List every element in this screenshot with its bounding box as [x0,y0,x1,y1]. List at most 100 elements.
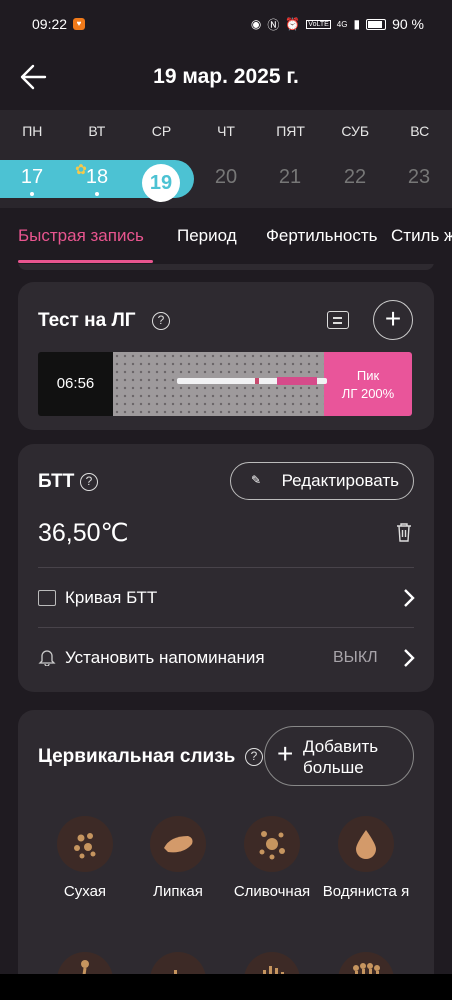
date-strip: 17 ✿ 18 19 20 21 22 23 [0,152,452,208]
reminder-state: ВЫКЛ [333,649,378,666]
mucus-option-creamy[interactable]: Сливочная [227,816,317,902]
chart-icon [38,590,56,606]
lh-test-title: Тест на ЛГ [38,310,136,331]
divider [38,567,414,568]
date-number: 21 [278,166,302,188]
system-navigation-bar [0,974,452,1000]
btt-card: БТТ ? ✎ Редактировать 36,50℃ Кривая БТТ … [18,444,434,692]
lh-test-strip-image [177,377,327,385]
sticky-mucus-icon [150,816,206,872]
mucus-option-label: Сухая [63,883,107,900]
eye-icon: ◉ [250,17,262,31]
mucus-option-5[interactable] [40,952,130,974]
date-number-today[interactable]: 19 [142,172,180,195]
page-title: 19 мар. 2025 г. [153,65,299,88]
date-number: 22 [343,166,367,188]
add-more-label: Добавить больше [303,736,378,778]
app-header: 19 мар. 2025 г. [0,48,452,110]
lh-test-result: Пик ЛГ 200% [324,352,412,416]
mucus-option-6[interactable] [133,952,223,974]
date-number: 17 [20,166,44,188]
chevron-right-icon [404,589,415,607]
lh-test-handle [277,377,317,385]
help-icon[interactable]: ? [245,748,263,766]
help-icon[interactable]: ? [80,473,98,491]
weekday-label: ПЯТ [276,123,305,139]
date-cell-18[interactable]: 18 [77,166,117,196]
mucus-option-sticky[interactable]: Липкая [133,816,223,902]
today-dot [158,198,162,202]
divider [38,627,414,628]
cervical-mucus-card: Цервикальная слизь ? + Добавить больше С… [18,710,434,974]
tab-quick-record[interactable]: Быстрая запись [18,226,144,246]
active-tab-indicator [18,260,153,263]
mucus-option-label: Водяниста я [322,883,410,900]
battery-percent: 90 % [392,16,424,32]
add-more-label-line2: больше [303,758,364,777]
plus-icon: + [277,738,294,769]
weekday-label: СР [151,123,172,139]
mucus-option-label: Сливочная [233,883,311,900]
date-number: 23 [407,166,431,188]
date-cell-17[interactable]: 17 [12,166,52,196]
btt-value: 36,50℃ [38,519,129,547]
lh-test-photo [113,352,327,416]
date-cell-21[interactable]: 21 [270,166,310,189]
water-drop-icon [338,816,394,872]
mucus-type-icon [150,952,206,974]
weekday-label: ЧТ [217,123,235,139]
status-time: 09:22 [32,16,68,32]
previous-card-edge [18,264,434,270]
tab-period[interactable]: Период [177,226,237,246]
mucus-type-icon [338,952,394,974]
add-more-button[interactable]: + Добавить больше [264,726,414,786]
btt-title: БТТ [38,471,75,492]
battery-icon [366,18,387,30]
tab-fertility[interactable]: Фертильность [266,226,378,246]
edit-button[interactable]: ✎ Редактировать [230,462,414,500]
lh-test-time: 06:56 [38,352,113,416]
bell-icon [38,650,56,666]
status-time-group: 09:22 ♥ [32,16,86,32]
weekday-label: ВТ [88,123,106,139]
mucus-type-icon [244,952,300,974]
mucus-option-8[interactable] [321,952,411,974]
date-cell-23[interactable]: 23 [399,166,439,189]
dry-mucus-icon [57,816,113,872]
tab-lifestyle[interactable]: Стиль ж [391,226,452,246]
lh-test-entry[interactable]: 06:56 Пик ЛГ 200% [38,352,412,416]
volte-icon: VoLTE [306,19,331,29]
tab-bar: Быстрая запись Период Фертильность Стиль… [0,208,452,264]
help-icon[interactable]: ? [152,312,170,330]
network-type-icon: 4G [336,19,348,29]
date-cell-22[interactable]: 22 [335,166,375,189]
btt-curve-label: Кривая БТТ [65,588,158,607]
weekday-label: СУБ [341,123,370,139]
list-icon[interactable] [327,311,349,329]
lh-result-percent: ЛГ 200% [341,386,395,401]
date-number: 18 [85,166,109,188]
add-more-label-line1: Добавить [303,737,379,756]
cervical-mucus-title: Цервикальная слизь [38,746,236,767]
reminder-label: Установить напоминания [65,648,265,667]
edit-button-label: Редактировать [281,471,399,490]
status-icons: ◉ Ⓝ ⏰ VoLTE 4G ▮ 90 % [251,16,424,33]
mucus-option-7[interactable] [227,952,317,974]
lh-test-card: Тест на ЛГ ? + 06:56 Пик ЛГ 200% [18,282,434,430]
chevron-right-icon [404,649,415,667]
date-dot [30,192,34,196]
mucus-type-icon [57,952,113,974]
alarm-icon: ⏰ [285,17,301,31]
main-content: Тест на ЛГ ? + 06:56 Пик ЛГ 200% БТТ ? ✎… [0,264,452,974]
date-cell-20[interactable]: 20 [206,166,246,189]
lh-test-line [255,378,259,384]
weekday-row: ПН ВТ СР ЧТ ПЯТ СУБ ВС [0,110,452,152]
trash-icon[interactable] [396,522,412,542]
mucus-option-watery[interactable]: Водяниста я [321,816,411,902]
add-lh-test-button[interactable]: + [373,300,413,340]
mucus-option-dry[interactable]: Сухая [40,816,130,902]
weekday-label: ВС [410,123,430,139]
nfc-icon: Ⓝ [267,17,280,32]
pencil-icon: ✎ [250,473,261,487]
creamy-mucus-icon [244,816,300,872]
